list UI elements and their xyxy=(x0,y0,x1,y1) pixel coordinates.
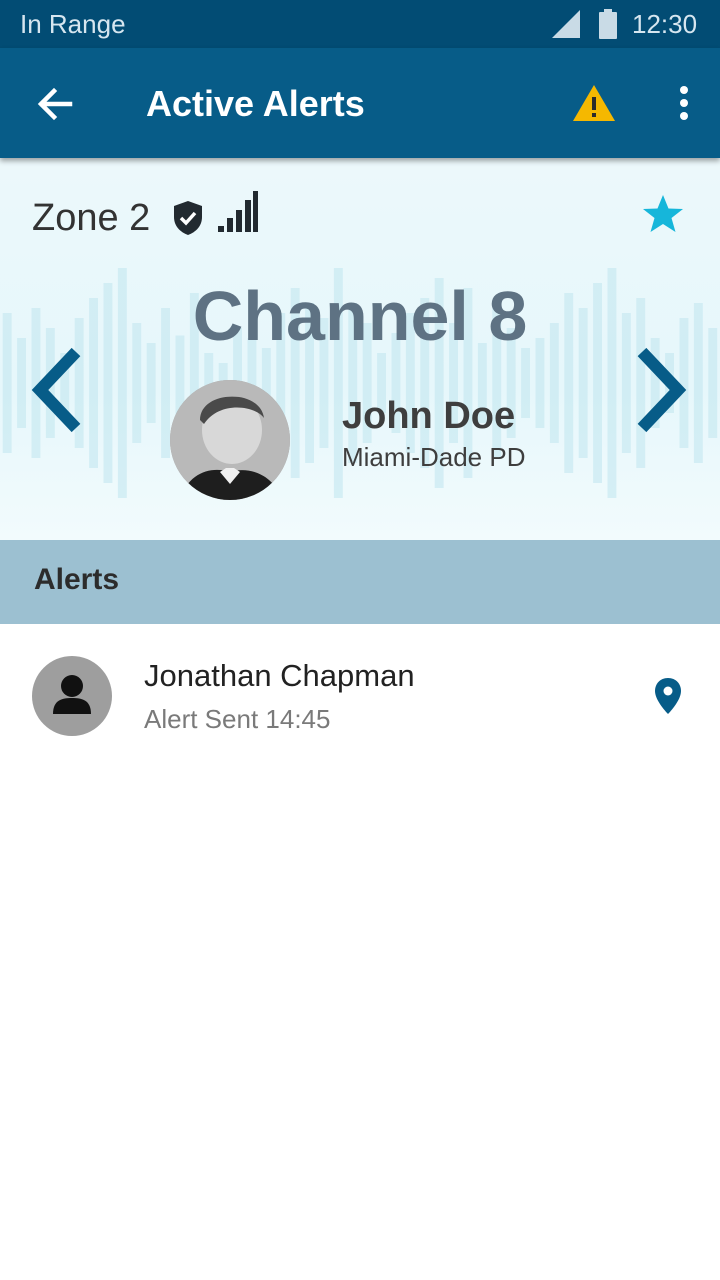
carrier-label: In Range xyxy=(20,9,126,39)
next-channel-button[interactable] xyxy=(630,344,690,440)
more-vert-icon xyxy=(680,86,688,120)
cell-signal-icon xyxy=(552,10,580,38)
chevron-left-icon xyxy=(31,347,81,433)
chevron-right-icon xyxy=(637,347,687,433)
section-title: Alerts xyxy=(34,563,120,596)
person-icon xyxy=(53,675,91,714)
speaker-photo xyxy=(170,380,290,500)
warning-icon xyxy=(573,85,615,121)
status-bar: In Range 12:30 xyxy=(0,0,720,48)
alert-avatar xyxy=(32,656,112,736)
app-bar: Active Alerts xyxy=(0,48,720,158)
page-title: Active Alerts xyxy=(146,83,365,124)
channel-name: Channel 8 xyxy=(192,277,528,355)
alerts-section-header: Alerts xyxy=(0,540,720,624)
alert-status: Alert Sent 14:45 xyxy=(144,704,331,734)
back-button[interactable] xyxy=(30,82,80,126)
verified-shield-icon xyxy=(174,201,202,235)
speaker-name: John Doe xyxy=(342,395,516,437)
speaker-avatar xyxy=(170,380,290,500)
previous-channel-button[interactable] xyxy=(28,344,88,440)
favorite-button[interactable] xyxy=(640,192,686,236)
location-pin-icon xyxy=(655,678,681,714)
alert-list-item[interactable]: Jonathan Chapman Alert Sent 14:45 xyxy=(0,624,720,768)
clock: 12:30 xyxy=(632,9,698,39)
alert-sender-name: Jonathan Chapman xyxy=(144,658,415,693)
speaker-organization: Miami-Dade PD xyxy=(342,442,526,472)
battery-icon xyxy=(599,9,617,39)
overflow-menu-button[interactable] xyxy=(664,80,704,128)
channel-panel: Zone 2 Channel 8 John Doe Miami-Dade PD xyxy=(0,158,720,540)
warning-button[interactable] xyxy=(570,82,618,126)
back-arrow-icon xyxy=(37,87,73,121)
location-button[interactable] xyxy=(648,674,688,718)
zone-label: Zone 2 xyxy=(32,197,151,239)
signal-bars-icon xyxy=(218,191,258,232)
star-icon xyxy=(643,195,683,232)
